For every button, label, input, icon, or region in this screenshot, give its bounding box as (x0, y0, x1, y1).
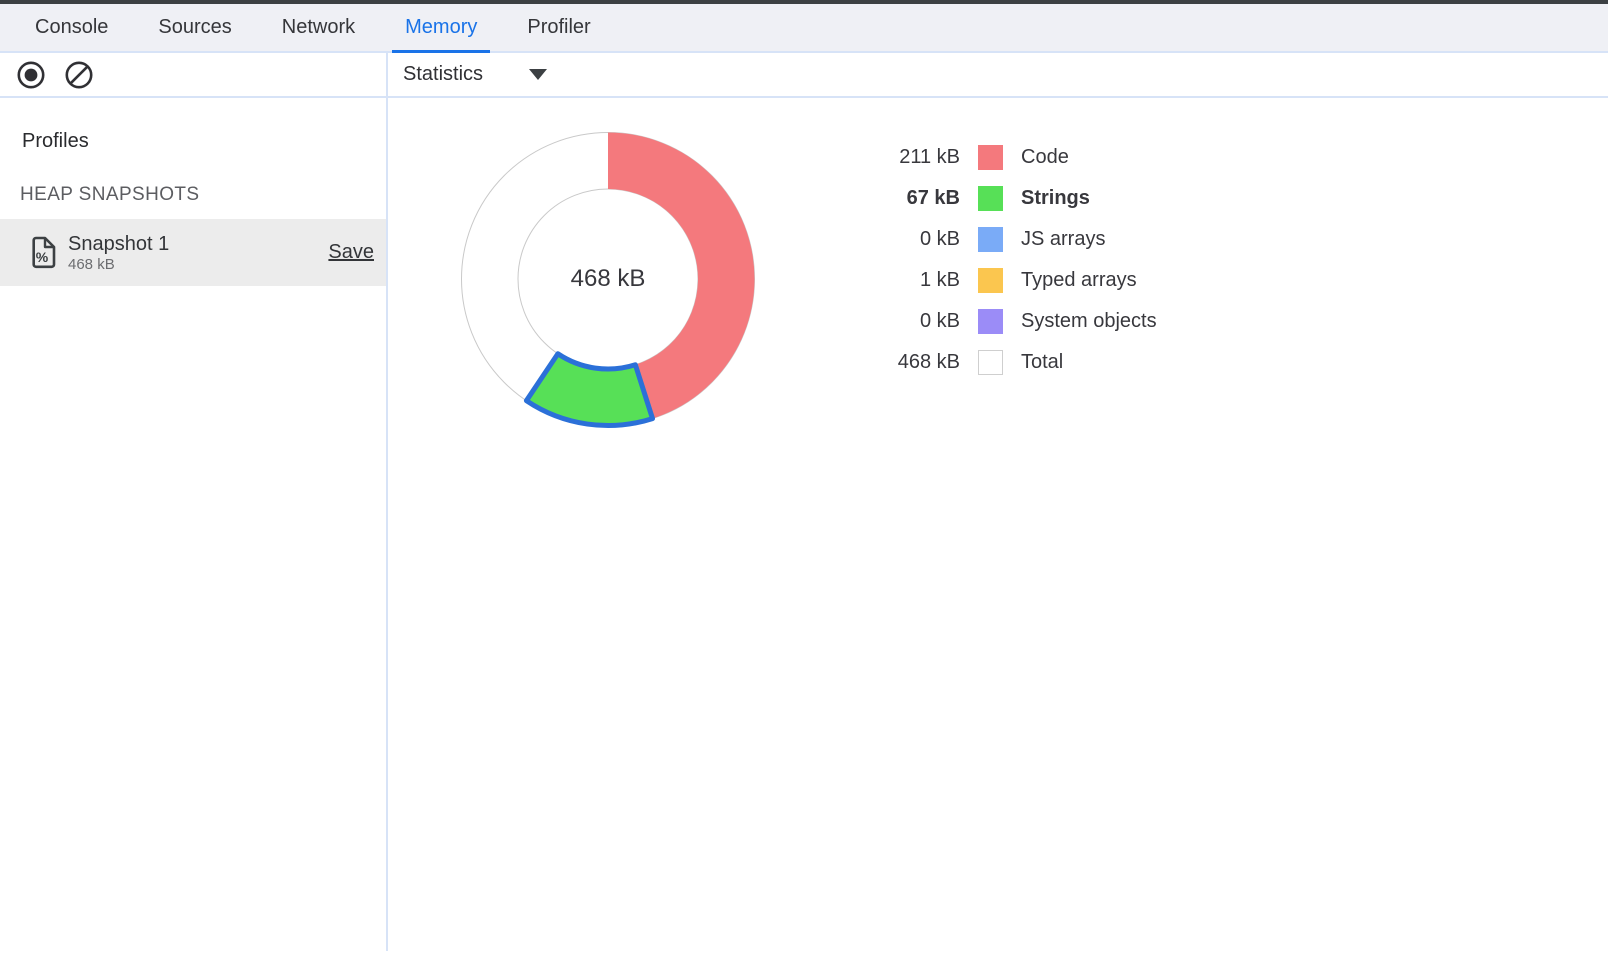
clear-profiles-button[interactable] (64, 60, 94, 90)
legend-row-strings[interactable]: 67 kB Strings (860, 178, 1157, 219)
tab-console[interactable]: Console (22, 4, 121, 51)
legend-row-typed-arrays[interactable]: 1 kB Typed arrays (860, 260, 1157, 301)
clear-icon (64, 60, 94, 90)
legend-label: Strings (1021, 187, 1090, 210)
toolbar: Statistics (0, 53, 1608, 98)
legend-value: 0 kB (860, 228, 960, 251)
devtools-memory-panel: Console Sources Network Memory Profiler (0, 0, 1608, 954)
legend-row-total[interactable]: 468 kB Total (860, 342, 1157, 383)
perspective-select[interactable]: Statistics (403, 63, 547, 86)
snapshot-title: Snapshot 1 (68, 232, 169, 256)
tab-memory[interactable]: Memory (392, 4, 490, 51)
record-heap-snapshot-button[interactable] (16, 60, 46, 90)
profiles-heading: Profiles (22, 130, 386, 153)
statistics-view: 468 kB 211 kB Code 67 kB Strings 0 kB JS arra… (388, 98, 1608, 951)
devtools-tab-bar: Console Sources Network Memory Profiler (0, 4, 1608, 53)
legend-label: System objects (1021, 310, 1157, 333)
donut-chart-svg[interactable] (448, 119, 768, 439)
legend-row-code[interactable]: 211 kB Code (860, 137, 1157, 178)
legend-row-js-arrays[interactable]: 0 kB JS arrays (860, 219, 1157, 260)
legend-swatch (978, 309, 1003, 334)
record-icon (16, 60, 46, 90)
profiles-sidebar: Profiles HEAP SNAPSHOTS % Snapshot 1 468… (0, 98, 388, 951)
chevron-down-icon (529, 69, 547, 80)
profiles-toolbar (0, 53, 388, 96)
legend-swatch (978, 350, 1003, 375)
heap-snapshot-file-icon: % (30, 236, 56, 269)
legend-value: 67 kB (860, 187, 960, 210)
chart-legend: 211 kB Code 67 kB Strings 0 kB JS arrays 1 kB T… (860, 137, 1157, 383)
legend-label: JS arrays (1021, 228, 1105, 251)
legend-swatch (978, 268, 1003, 293)
snapshot-list-item[interactable]: % Snapshot 1 468 kB Save (0, 219, 386, 286)
panel-content: Profiles HEAP SNAPSHOTS % Snapshot 1 468… (0, 98, 1608, 951)
save-snapshot-link[interactable]: Save (328, 241, 374, 264)
statistics-toolbar: Statistics (388, 53, 1608, 96)
legend-label: Code (1021, 146, 1069, 169)
snapshot-text: Snapshot 1 468 kB (68, 232, 169, 274)
legend-label: Typed arrays (1021, 269, 1137, 292)
legend-value: 211 kB (860, 146, 960, 169)
snapshot-size: 468 kB (68, 256, 169, 274)
perspective-select-label: Statistics (403, 63, 483, 86)
heap-statistics-donut-chart: 468 kB (448, 119, 768, 439)
donut-slice-strings[interactable] (526, 354, 652, 426)
tab-profiler[interactable]: Profiler (514, 4, 603, 51)
legend-swatch (978, 145, 1003, 170)
svg-text:%: % (36, 249, 49, 265)
legend-swatch (978, 186, 1003, 211)
tab-network[interactable]: Network (269, 4, 368, 51)
tab-sources[interactable]: Sources (145, 4, 244, 51)
legend-label: Total (1021, 351, 1063, 374)
legend-value: 0 kB (860, 310, 960, 333)
legend-value: 1 kB (860, 269, 960, 292)
legend-row-system-objects[interactable]: 0 kB System objects (860, 301, 1157, 342)
legend-swatch (978, 227, 1003, 252)
legend-value: 468 kB (860, 351, 960, 374)
heap-snapshots-section-heading: HEAP SNAPSHOTS (20, 184, 386, 206)
